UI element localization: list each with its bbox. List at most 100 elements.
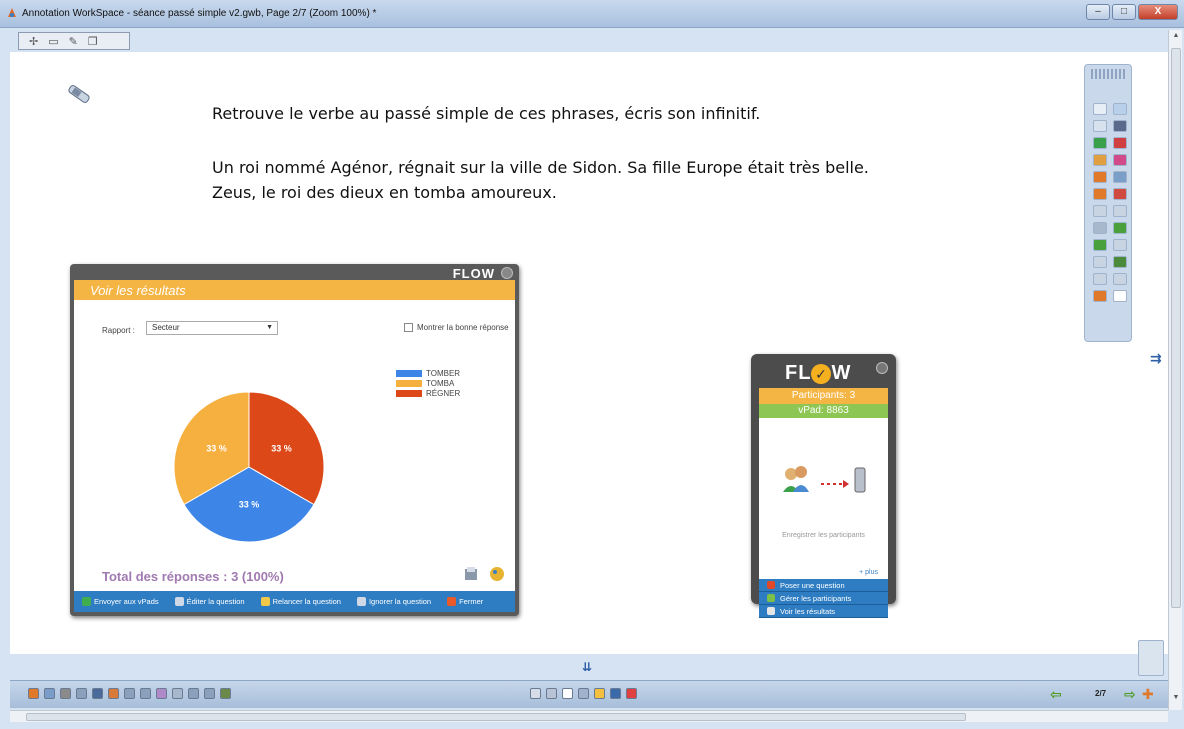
minimize-button[interactable]: – [1086, 4, 1110, 20]
add-page-icon[interactable]: ✚ [1142, 686, 1154, 703]
close-icon[interactable] [876, 362, 888, 374]
side-tool-button[interactable] [1093, 290, 1107, 302]
rapport-select[interactable]: Secteur ▼ [146, 321, 278, 335]
plus-link[interactable]: + plus [859, 569, 878, 576]
tool-button[interactable] [188, 688, 199, 699]
flow-brand: FLOW [452, 266, 495, 281]
close-button[interactable]: X [1138, 4, 1178, 20]
tool-button[interactable] [44, 688, 55, 699]
results-window[interactable]: FLOW Voir les résultats Rapport : Secteu… [70, 264, 519, 616]
tool-button[interactable] [530, 688, 541, 699]
scroll-down-icon[interactable]: ▼ [1171, 694, 1181, 704]
recycle-bin-icon[interactable] [1138, 640, 1164, 676]
footer-button[interactable]: Fermer [439, 597, 491, 606]
footer-button[interactable]: Éditer la question [167, 597, 253, 606]
tool-button[interactable] [578, 688, 589, 699]
results-panel: Voir les résultats Rapport : Secteur ▼ M… [74, 280, 515, 612]
legend-swatch [396, 379, 422, 387]
title-bar: Annotation WorkSpace - séance passé simp… [0, 0, 1184, 28]
horizontal-scrollbar[interactable] [10, 710, 1168, 722]
footer-button[interactable]: Relancer la question [253, 597, 349, 606]
register-participants-icon[interactable] [781, 462, 871, 498]
results-footer: Envoyer aux vPads Éditer la question Relan… [74, 591, 515, 612]
footer-button-icon [356, 597, 366, 606]
palette-icon[interactable] [489, 566, 505, 582]
restore-icon[interactable]: ❐ [88, 35, 98, 48]
side-tool-button[interactable] [1113, 120, 1127, 132]
swap-arrows-icon[interactable]: ⇉ [1150, 350, 1166, 366]
side-tool-button[interactable] [1113, 205, 1127, 217]
side-tool-button[interactable] [1113, 239, 1127, 251]
side-tool-button[interactable] [1113, 222, 1127, 234]
edit-icon[interactable]: ✎ [69, 35, 78, 48]
close-icon[interactable] [501, 267, 513, 279]
tool-button[interactable] [220, 688, 231, 699]
side-tool-button[interactable] [1113, 256, 1127, 268]
legend-item: TOMBA [396, 378, 460, 388]
footer-button[interactable]: Envoyer aux vPads [74, 597, 167, 606]
tool-button[interactable] [610, 688, 621, 699]
window-title: Annotation WorkSpace - séance passé simp… [22, 8, 377, 19]
tool-button[interactable] [140, 688, 151, 699]
move-icon[interactable]: ✢ [29, 35, 38, 48]
tool-button[interactable] [626, 688, 637, 699]
footer-button[interactable]: Ignorer la question [349, 597, 439, 606]
side-tool-button[interactable] [1093, 188, 1107, 200]
side-tool-button[interactable] [1113, 154, 1127, 166]
tool-button[interactable] [172, 688, 183, 699]
side-tool-button[interactable] [1113, 188, 1127, 200]
mini-toolbar: ✢ ▭ ✎ ❐ [18, 32, 130, 50]
scroll-thumb[interactable] [1171, 48, 1181, 608]
tool-button[interactable] [76, 688, 87, 699]
side-tool-button[interactable] [1093, 171, 1107, 183]
tool-button[interactable] [92, 688, 103, 699]
flow-body: Participants: 3 vPad: 8863 Enregistrer l… [759, 388, 888, 618]
tool-button[interactable] [546, 688, 557, 699]
pen-tool-icon[interactable] [64, 82, 94, 106]
side-tool-button[interactable] [1113, 171, 1127, 183]
side-tool-button[interactable] [1093, 154, 1107, 166]
show-answer-checkbox[interactable]: Montrer la bonne réponse [404, 323, 509, 333]
side-tool-button[interactable] [1093, 103, 1107, 115]
legend-swatch [396, 389, 422, 397]
side-tool-button[interactable] [1093, 273, 1107, 285]
tool-button[interactable] [204, 688, 215, 699]
side-tool-button[interactable] [1093, 205, 1107, 217]
scroll-thumb[interactable] [26, 713, 966, 721]
tool-button[interactable] [60, 688, 71, 699]
side-tool-button[interactable] [1093, 222, 1107, 234]
next-page-icon[interactable]: ⇨ [1124, 686, 1136, 703]
side-tool-button[interactable] [1093, 256, 1107, 268]
tool-button[interactable] [156, 688, 167, 699]
flow-widget[interactable]: FL ✓ W Participants: 3 vPad: 8863 Enregist… [751, 354, 896, 618]
scroll-up-icon[interactable]: ▲ [1171, 32, 1181, 42]
participants-count: Participants: 3 [759, 388, 888, 404]
tool-button[interactable] [562, 688, 573, 699]
tool-button[interactable] [124, 688, 135, 699]
results-header: Voir les résultats [74, 280, 515, 300]
export-icon[interactable] [463, 566, 479, 582]
tool-button[interactable] [108, 688, 119, 699]
tool-button[interactable] [594, 688, 605, 699]
side-tool-button[interactable] [1113, 137, 1127, 149]
side-tool-button[interactable] [1113, 103, 1127, 115]
toolbar-grip[interactable] [1091, 69, 1127, 79]
vertical-scrollbar[interactable]: ▲ ▼ [1168, 30, 1182, 710]
menu-item-icon [767, 581, 775, 589]
side-tool-button[interactable] [1093, 239, 1107, 251]
footer-button-label: Relancer la question [272, 597, 341, 606]
maximize-button[interactable]: □ [1112, 4, 1136, 20]
checkbox-icon [404, 323, 413, 333]
minus-icon[interactable]: ▭ [48, 35, 58, 48]
side-tool-button[interactable] [1113, 290, 1127, 302]
bottom-toolbar: ⇦ 2/7 ⇨ ✚ [10, 680, 1168, 708]
flow-menu-item[interactable]: Gérer les participants [759, 592, 888, 605]
flow-menu-item[interactable]: Poser une question [759, 579, 888, 592]
side-tool-button[interactable] [1093, 137, 1107, 149]
previous-page-icon[interactable]: ⇦ [1050, 686, 1062, 703]
flow-menu-item[interactable]: Voir les résultats [759, 605, 888, 618]
side-tool-button[interactable] [1113, 273, 1127, 285]
side-tool-button[interactable] [1093, 120, 1107, 132]
tool-button[interactable] [28, 688, 39, 699]
page-down-arrows-icon[interactable]: ⇊ [582, 660, 592, 674]
